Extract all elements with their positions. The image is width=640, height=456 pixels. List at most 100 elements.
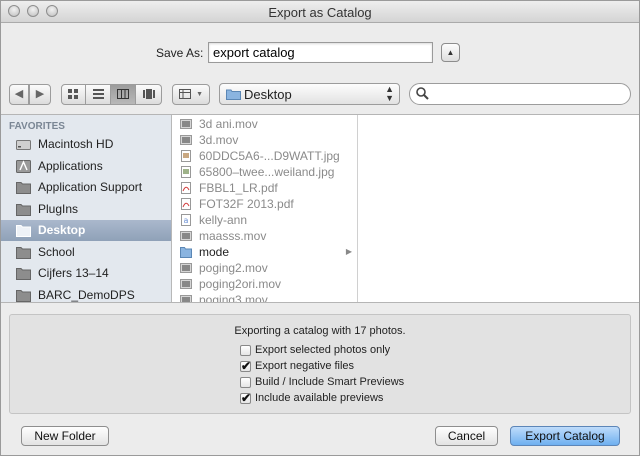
icon-view-button[interactable] bbox=[61, 84, 86, 105]
folder-icon bbox=[180, 247, 192, 258]
folder-icon bbox=[16, 290, 31, 302]
arrange-menu-button[interactable]: ▼ bbox=[172, 84, 210, 105]
window-title: Export as Catalog bbox=[268, 5, 372, 20]
image-file-icon bbox=[181, 150, 191, 162]
sidebar-item-label: Applications bbox=[38, 159, 103, 173]
desktop-folder-icon bbox=[16, 225, 31, 237]
popup-arrows-icon: ▲ ▼ bbox=[385, 84, 394, 103]
expand-dialog-button[interactable]: ▲ bbox=[441, 43, 460, 62]
export-catalog-dialog: Export as Catalog Save As: ▲ ◀ ▶ bbox=[0, 0, 640, 456]
sidebar-item-label: Macintosh HD bbox=[38, 137, 114, 151]
checkbox-label: Export selected photos only bbox=[255, 344, 391, 356]
file-name: mode bbox=[199, 245, 230, 259]
cancel-button[interactable]: Cancel bbox=[435, 426, 498, 446]
forward-arrow-icon: ▶ bbox=[35, 88, 45, 100]
sidebar-item-cijfers[interactable]: Cijfers 13–14 bbox=[1, 263, 171, 284]
file-item[interactable]: 65800–twee...weiland.jpg bbox=[172, 164, 357, 180]
chevron-down-icon: ▼ bbox=[196, 91, 203, 98]
file-item[interactable]: 3d ani.mov bbox=[172, 116, 357, 132]
file-name: 65800–twee...weiland.jpg bbox=[199, 165, 335, 179]
triangle-up-icon: ▲ bbox=[446, 48, 455, 57]
back-arrow-icon: ◀ bbox=[14, 88, 24, 100]
file-name: poging2ori.mov bbox=[199, 277, 282, 291]
file-item[interactable]: 3d.mov bbox=[172, 132, 357, 148]
cover-flow-icon bbox=[142, 89, 155, 99]
search-icon bbox=[416, 87, 429, 100]
file-item[interactable]: FOT32F 2013.pdf bbox=[172, 196, 357, 212]
folder-icon bbox=[16, 268, 31, 280]
svg-text:a: a bbox=[184, 216, 189, 225]
sidebar-item-barc-demodps[interactable]: BARC_DemoDPS bbox=[1, 285, 171, 302]
sidebar-item-label: PlugIns bbox=[38, 202, 79, 216]
checkbox-label: Build / Include Smart Previews bbox=[255, 376, 405, 388]
pdf-file-icon bbox=[181, 198, 191, 210]
search-field[interactable] bbox=[409, 83, 631, 105]
column-view-icon bbox=[117, 89, 129, 99]
document-file-icon: a bbox=[181, 214, 191, 226]
file-item[interactable]: poging2.mov bbox=[172, 260, 357, 276]
file-name: poging2.mov bbox=[199, 261, 268, 275]
sidebar-item-plugins[interactable]: PlugIns bbox=[1, 199, 171, 220]
file-item[interactable]: 60DDC5A6-...D9WATT.jpg bbox=[172, 148, 357, 164]
back-button[interactable]: ◀ bbox=[9, 84, 29, 105]
sidebar-item-applications[interactable]: Applications bbox=[1, 156, 171, 177]
checkmark-icon[interactable]: ✔ bbox=[240, 392, 251, 404]
movie-file-icon bbox=[180, 263, 192, 273]
cover-flow-button[interactable] bbox=[136, 84, 162, 105]
movie-file-icon bbox=[180, 119, 192, 129]
sidebar-item-desktop[interactable]: Desktop bbox=[1, 220, 171, 241]
arrange-grid-icon bbox=[179, 89, 191, 99]
file-name: 3d ani.mov bbox=[199, 117, 258, 131]
location-label: Desktop bbox=[244, 87, 292, 102]
sidebar-item-macintosh-hd[interactable]: Macintosh HD bbox=[1, 134, 171, 155]
sidebar-item-label: Desktop bbox=[38, 223, 86, 237]
export-catalog-button[interactable]: Export Catalog bbox=[510, 426, 620, 446]
file-browser: FAVORITES Macintosh HD Applications Appl… bbox=[1, 114, 639, 303]
sidebar: FAVORITES Macintosh HD Applications Appl… bbox=[1, 115, 172, 302]
file-item[interactable]: poging3.mov bbox=[172, 292, 357, 302]
save-as-field[interactable] bbox=[208, 42, 433, 63]
folder-icon bbox=[16, 182, 31, 194]
file-item[interactable]: a kelly-ann bbox=[172, 212, 357, 228]
sidebar-item-application-support[interactable]: Application Support bbox=[1, 177, 171, 198]
movie-file-icon bbox=[180, 231, 192, 241]
movie-file-icon bbox=[180, 279, 192, 289]
file-name: maasss.mov bbox=[199, 229, 267, 243]
folder-icon bbox=[16, 247, 31, 259]
desktop-folder-icon bbox=[226, 89, 241, 100]
file-column[interactable]: 3d ani.mov 3d.mov 60DDC5A6-...D9WATT.jpg… bbox=[172, 115, 358, 302]
sidebar-item-label: School bbox=[38, 245, 75, 259]
sidebar-item-label: Application Support bbox=[38, 180, 143, 194]
image-file-icon bbox=[181, 166, 191, 178]
file-item[interactable]: maasss.mov bbox=[172, 228, 357, 244]
pdf-file-icon bbox=[181, 182, 191, 194]
disclosure-arrow-icon: ▶ bbox=[345, 247, 352, 256]
checkbox-box[interactable] bbox=[240, 345, 251, 356]
checkbox-label: Export negative files bbox=[255, 360, 355, 372]
sidebar-item-label: BARC_DemoDPS bbox=[38, 288, 135, 302]
save-as-label: Save As: bbox=[156, 46, 204, 60]
file-name: 3d.mov bbox=[199, 133, 239, 147]
file-name: 60DDC5A6-...D9WATT.jpg bbox=[199, 149, 340, 163]
checkbox-box[interactable] bbox=[240, 377, 251, 388]
file-item[interactable]: poging2ori.mov bbox=[172, 276, 357, 292]
file-name: poging3.mov bbox=[199, 293, 268, 302]
file-item[interactable]: FBBL1_LR.pdf bbox=[172, 180, 357, 196]
list-view-button[interactable] bbox=[86, 84, 111, 105]
folder-icon bbox=[16, 204, 31, 216]
location-popup[interactable]: Desktop ▲ ▼ bbox=[219, 83, 400, 105]
sidebar-item-school[interactable]: School bbox=[1, 242, 171, 263]
folder-item[interactable]: mode ▶ bbox=[172, 244, 357, 260]
file-name: FOT32F 2013.pdf bbox=[199, 197, 294, 211]
hard-disk-icon bbox=[16, 140, 31, 150]
title-bar[interactable]: Export as Catalog bbox=[1, 1, 639, 23]
checkmark-icon[interactable]: ✔ bbox=[240, 360, 251, 372]
sidebar-item-label: Cijfers 13–14 bbox=[38, 266, 109, 280]
list-view-icon bbox=[92, 89, 104, 99]
new-folder-button[interactable]: New Folder bbox=[21, 426, 109, 446]
movie-file-icon bbox=[180, 135, 192, 145]
icon-view-icon bbox=[68, 89, 78, 99]
checkbox-label: Include available previews bbox=[255, 392, 384, 404]
forward-button[interactable]: ▶ bbox=[29, 84, 51, 105]
column-view-button[interactable] bbox=[111, 84, 136, 105]
